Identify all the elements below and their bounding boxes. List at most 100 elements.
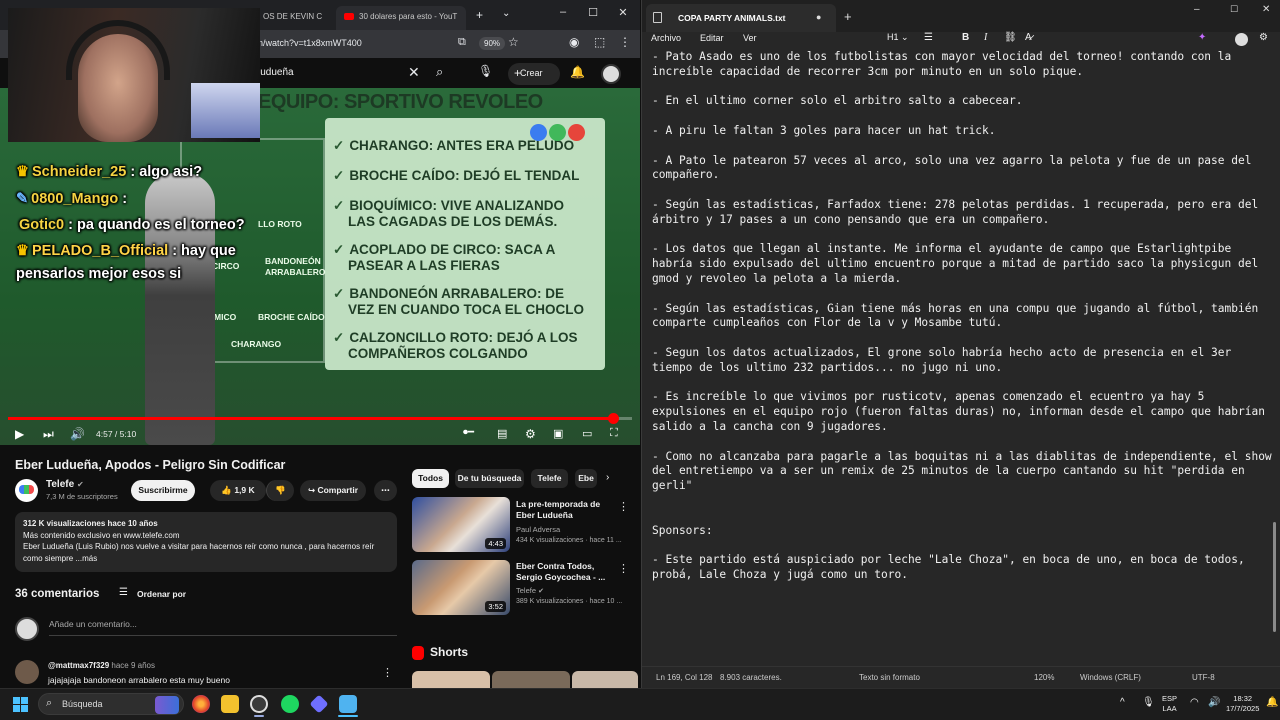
scrollbar-thumb[interactable] bbox=[1273, 522, 1276, 632]
clear-search-icon[interactable]: ✕ bbox=[408, 64, 420, 81]
minimize-icon[interactable]: – bbox=[548, 6, 578, 18]
miniplayer-icon[interactable]: ▣ bbox=[553, 427, 563, 440]
add-comment-input[interactable]: Añade un comentario... bbox=[49, 619, 137, 629]
chip-from-search[interactable]: De tu búsqueda bbox=[455, 469, 524, 488]
youtube-search-input[interactable]: ludueña bbox=[258, 67, 294, 78]
close-icon[interactable]: ✕ bbox=[608, 6, 638, 19]
list-icon[interactable]: ☰ bbox=[924, 32, 933, 43]
profile-icon[interactable]: ◉ bbox=[569, 35, 579, 49]
notepad-taskbar-icon[interactable] bbox=[339, 695, 357, 713]
encoding[interactable]: UTF-8 bbox=[1192, 673, 1215, 682]
chip-ebe[interactable]: Ebe bbox=[575, 469, 597, 488]
short-thumbnail[interactable] bbox=[412, 671, 490, 688]
sort-icon[interactable]: ☰ bbox=[119, 587, 128, 598]
text-format[interactable]: Texto sin formato bbox=[859, 673, 920, 682]
language-indicator[interactable]: ESP LAA bbox=[1162, 694, 1177, 714]
firefox-icon[interactable] bbox=[192, 695, 210, 713]
notifications-icon[interactable]: 🔔 bbox=[570, 65, 585, 79]
subscribe-button[interactable]: Suscribirme bbox=[131, 480, 195, 501]
notification-bell-icon[interactable]: 🔔 bbox=[1266, 698, 1278, 708]
theater-mode-icon[interactable]: ▭ bbox=[582, 427, 592, 440]
wifi-icon[interactable]: ◠ bbox=[1190, 698, 1199, 708]
minimize-icon[interactable]: – bbox=[1194, 4, 1200, 15]
chip-all[interactable]: Todos bbox=[412, 469, 449, 488]
captions-icon[interactable]: ▤ bbox=[497, 427, 507, 440]
maximize-icon[interactable]: ☐ bbox=[578, 6, 608, 19]
file-explorer-icon[interactable] bbox=[221, 695, 239, 713]
notepad-tab-title[interactable]: COPA PARTY ANIMALS.txt bbox=[678, 13, 786, 23]
menu-icon[interactable]: ⋮ bbox=[619, 35, 631, 49]
close-icon[interactable]: ✕ bbox=[1262, 4, 1270, 15]
comment-menu-icon[interactable]: ⋮ bbox=[382, 666, 393, 679]
new-tab-icon[interactable]: + bbox=[844, 9, 852, 24]
maximize-icon[interactable]: ☐ bbox=[1230, 4, 1238, 15]
notepad-text-area[interactable]: - Pato Asado es uno de los futbolistas c… bbox=[652, 50, 1272, 660]
comment-avatar[interactable] bbox=[15, 660, 39, 684]
link-icon[interactable]: ⛓ bbox=[1004, 32, 1017, 43]
video-description[interactable]: 312 K visualizaciones hace 10 años Más c… bbox=[15, 512, 397, 572]
channel-name[interactable]: Telefe ✔ bbox=[46, 479, 84, 490]
recommendation-thumbnail[interactable]: 4:43 bbox=[412, 497, 510, 552]
channel-avatar[interactable] bbox=[15, 479, 38, 502]
volume-icon[interactable]: 🔊 bbox=[70, 427, 85, 441]
chevron-right-icon[interactable]: › bbox=[606, 472, 609, 483]
url-text[interactable]: n/watch?v=t1x8xmWT400 bbox=[258, 38, 362, 48]
short-thumbnail[interactable] bbox=[572, 671, 638, 688]
tab-list-icon[interactable]: ⌄ bbox=[502, 8, 510, 19]
spotify-icon[interactable] bbox=[281, 695, 299, 713]
recommendation-thumbnail[interactable]: 3:52 bbox=[412, 560, 510, 615]
recommendation-menu-icon[interactable]: ⋮ bbox=[618, 562, 629, 575]
tray-chevron-icon[interactable]: ^ bbox=[1120, 698, 1125, 708]
windows-start-icon[interactable] bbox=[13, 697, 28, 712]
zoom-level[interactable]: 120% bbox=[1034, 673, 1054, 682]
fullscreen-icon[interactable]: ⛶ bbox=[610, 427, 618, 440]
menu-view[interactable]: Ver bbox=[743, 33, 757, 43]
volume-icon[interactable]: 🔊 bbox=[1208, 698, 1220, 708]
settings-gear-icon[interactable]: ⚙ bbox=[1259, 32, 1268, 43]
menu-edit[interactable]: Editar bbox=[700, 33, 724, 43]
zoom-badge[interactable]: 90% bbox=[479, 37, 506, 50]
menu-file[interactable]: Archivo bbox=[651, 33, 681, 43]
recommendation-title[interactable]: Eber Contra Todos, Sergio Goycochea - ..… bbox=[516, 561, 616, 583]
recommendation-menu-icon[interactable]: ⋮ bbox=[618, 500, 629, 513]
line-ending[interactable]: Windows (CRLF) bbox=[1080, 673, 1141, 682]
taskbar-search-text[interactable]: Búsqueda bbox=[62, 699, 103, 709]
microphone-icon[interactable]: 🎙 bbox=[478, 64, 493, 78]
next-icon[interactable]: ⏭ bbox=[43, 427, 54, 442]
account-icon[interactable] bbox=[1235, 33, 1248, 46]
unsaved-dot-icon[interactable]: ● bbox=[816, 12, 821, 22]
comment-author[interactable]: @mattmax7f329 hace 9 años bbox=[48, 661, 155, 670]
chip-telefe[interactable]: Telefe bbox=[531, 469, 568, 488]
more-actions-icon[interactable]: ⋯ bbox=[374, 480, 397, 501]
autoplay-toggle[interactable]: ⏺━ bbox=[463, 427, 474, 438]
italic-icon[interactable]: I bbox=[984, 32, 987, 43]
video-progress-bar[interactable] bbox=[8, 413, 632, 424]
sort-by-button[interactable]: Ordenar por bbox=[137, 589, 186, 599]
settings-gear-icon[interactable]: ⚙ bbox=[525, 427, 536, 441]
dislike-button[interactable]: 👎 bbox=[266, 480, 294, 501]
recommendation-channel[interactable]: Paul Adversa bbox=[516, 525, 560, 534]
bookmark-star-icon[interactable]: ☆ bbox=[508, 35, 519, 49]
create-button[interactable]: + Crear bbox=[508, 63, 560, 85]
share-button[interactable]: ↪ Compartir bbox=[300, 480, 366, 501]
recommendation-title[interactable]: La pre-temporada de Eber Ludueña bbox=[516, 499, 616, 521]
like-button[interactable]: 👍 1,9 K bbox=[210, 480, 266, 501]
extensions-icon[interactable]: ⬚ bbox=[594, 35, 605, 49]
microphone-icon[interactable]: 🎙 bbox=[1142, 698, 1155, 708]
search-highlight-icon[interactable] bbox=[155, 696, 179, 714]
search-icon[interactable]: ⌕ bbox=[436, 64, 443, 80]
short-thumbnail[interactable] bbox=[492, 671, 570, 688]
browser-tab[interactable]: OS DE KEVIN C bbox=[255, 6, 335, 30]
obs-icon[interactable] bbox=[250, 695, 268, 713]
play-icon[interactable]: ▶ bbox=[15, 427, 24, 441]
recommendation-channel[interactable]: Telefe ✔ bbox=[516, 586, 544, 595]
bold-icon[interactable]: B bbox=[962, 32, 969, 43]
new-tab-icon[interactable]: + bbox=[476, 8, 483, 22]
account-avatar[interactable] bbox=[601, 64, 621, 84]
cast-icon[interactable]: ⧉ bbox=[458, 36, 466, 49]
browser-tab-active[interactable]: 30 dolares para esto - YouT bbox=[336, 6, 466, 30]
heading-dropdown[interactable]: H1 ⌄ bbox=[887, 32, 909, 43]
clear-format-icon[interactable]: A̷ bbox=[1025, 32, 1032, 43]
copilot-icon[interactable]: ✦ bbox=[1198, 32, 1206, 43]
clock[interactable]: 18:32 17/7/2025 bbox=[1226, 694, 1259, 714]
